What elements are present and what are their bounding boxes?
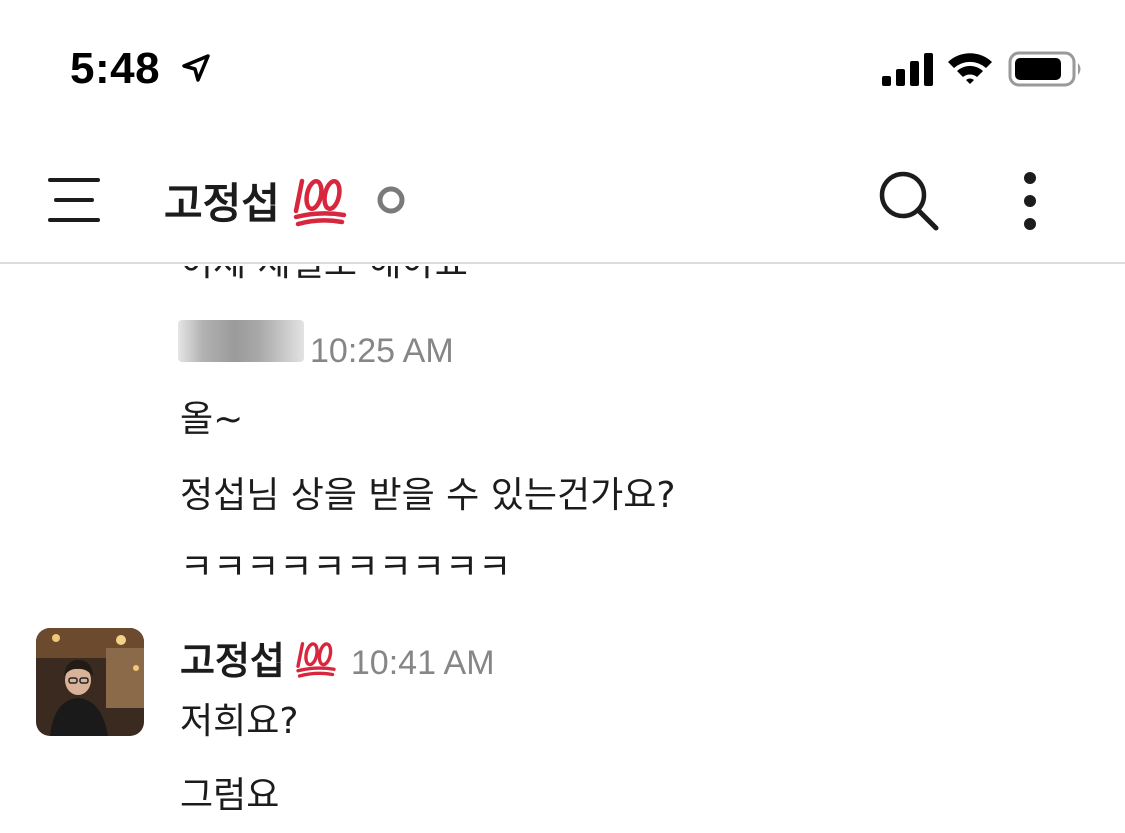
avatar[interactable] [36, 628, 144, 736]
message-text: 저희요? [180, 701, 299, 742]
message-text: ㅋㅋㅋㅋㅋㅋㅋㅋㅋㅋ [180, 547, 512, 588]
message-timestamp[interactable]: 10:25 AM [310, 332, 454, 371]
message-timestamp[interactable]: 10:41 AM [351, 644, 495, 683]
location-arrow-icon [182, 54, 210, 82]
channel-name: 고정섭 [164, 178, 280, 228]
message-header: 고정섭 10:41 AM [180, 630, 495, 685]
sender-name-blurred[interactable] [178, 320, 304, 362]
message-header: 10:25 AM [178, 320, 454, 371]
wifi-icon [948, 53, 992, 84]
status-time: 5:48 [70, 44, 161, 93]
sender-name[interactable]: 고정섭 [180, 630, 285, 685]
100-emoji-icon [296, 641, 336, 678]
message-text: 정섭님 상을 받을 수 있는건가요? [180, 475, 676, 516]
message-list[interactable]: 이제 제일로 해야죠 10:25 AM 올~ 정섭님 상을 받을 수 있는건가요… [0, 266, 1125, 833]
more-vertical-icon[interactable] [1010, 168, 1050, 234]
message-text: 올~ [180, 399, 244, 440]
presence-away-icon [377, 186, 405, 214]
battery-icon [1008, 51, 1081, 87]
message-text: 그럼요 [180, 775, 280, 816]
channel-title[interactable]: 고정섭 [164, 170, 406, 230]
status-bar: 5:48 [0, 0, 1125, 130]
search-icon[interactable] [876, 168, 942, 234]
cellular-signal-icon [882, 53, 933, 86]
message-text: 이제 제일로 해야죠 [180, 266, 468, 286]
avatar-photo [36, 628, 144, 736]
hamburger-menu-icon[interactable] [46, 176, 102, 224]
100-emoji-icon [293, 178, 347, 227]
channel-header: 고정섭 [0, 130, 1125, 264]
